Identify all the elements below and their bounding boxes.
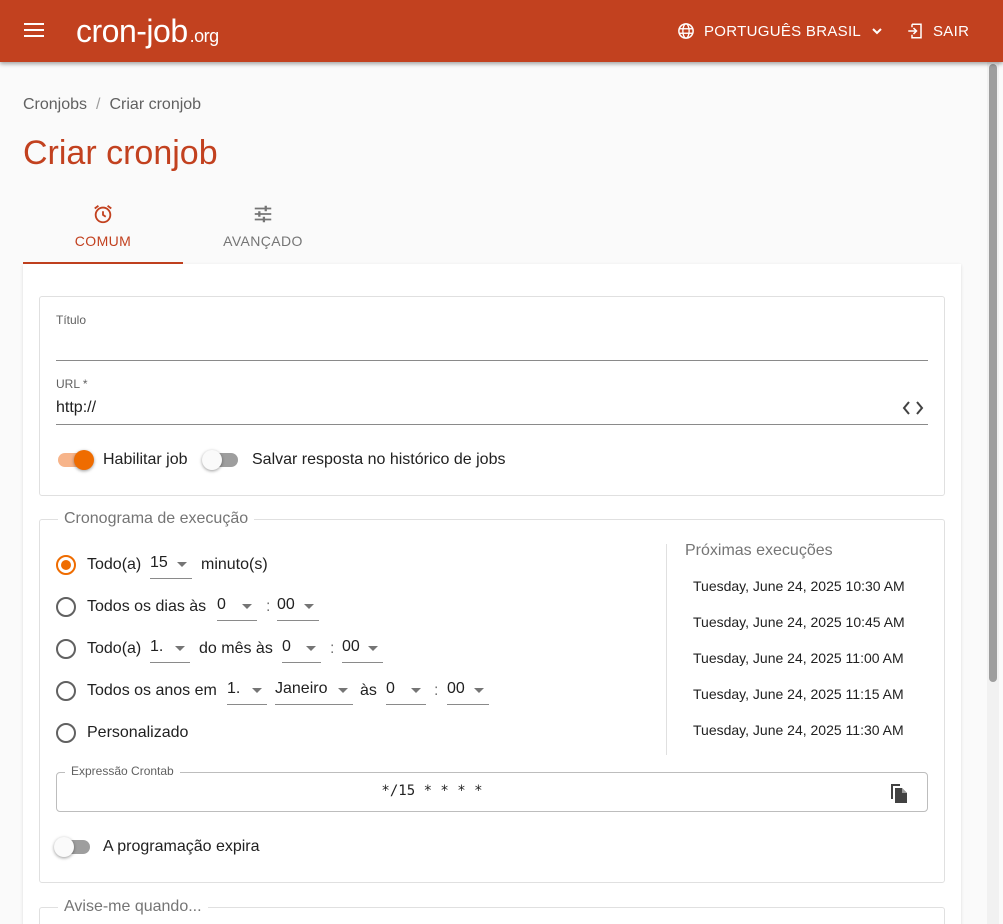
save-response-label: Salvar resposta no histórico de jobs (252, 451, 506, 468)
yearly-day-value: 1. (227, 680, 241, 697)
breadcrumb: Cronjobs / Criar cronjob (23, 96, 201, 114)
tune-sliders-icon (254, 205, 272, 223)
daily-colon: : (266, 598, 271, 615)
enable-job-label: Habilitar job (103, 451, 188, 468)
next-run-item: Tuesday, June 24, 2025 11:00 AM (693, 650, 904, 666)
daily-minute-value: 00 (277, 596, 295, 613)
yearly-minute-select[interactable]: 00 (447, 675, 489, 705)
yearly-minute-value: 00 (447, 680, 465, 697)
top-app-bar: cron-job .org PORTUGUÊS BRASIL SAIR (0, 0, 1003, 62)
schedule-legend: Cronograma de execução (58, 510, 255, 528)
yearly-at-text: às (360, 682, 377, 699)
title-input-underline (56, 360, 928, 361)
enable-job-toggle[interactable] (56, 450, 94, 470)
monthly-colon: : (330, 640, 335, 657)
monthly-hour-value: 0 (282, 638, 291, 655)
yearly-text: Todos os anos em (87, 682, 217, 699)
schedule-expires-toggle[interactable] (54, 837, 92, 857)
next-run-item: Tuesday, June 24, 2025 11:30 AM (693, 722, 904, 738)
page-scrollbar[interactable] (987, 62, 999, 924)
tab-advanced[interactable]: AVANÇADO (183, 198, 343, 264)
every-minutes-select[interactable]: 15 (150, 549, 192, 579)
yearly-colon: : (434, 682, 439, 699)
tab-common[interactable]: COMUM (23, 198, 183, 264)
logout-icon (908, 23, 922, 39)
schedule-custom-radio[interactable] (56, 723, 76, 743)
yearly-day-select[interactable]: 1. (227, 675, 267, 705)
tab-common-label: COMUM (74, 233, 132, 249)
monthly-hour-select[interactable]: 0 (282, 633, 321, 663)
yearly-month-value: Janeiro (275, 680, 328, 697)
daily-text: Todos os dias às (87, 598, 207, 615)
custom-label: Personalizado (87, 724, 189, 741)
next-runs-title: Próximas execuções (685, 542, 833, 559)
menu-icon[interactable] (24, 21, 46, 39)
page-title: Criar cronjob (23, 134, 218, 172)
chevron-down-icon (872, 28, 882, 35)
breadcrumb-separator: / (96, 96, 101, 113)
url-field-label: URL * (56, 377, 88, 391)
crontab-expression[interactable]: */15 * * * * (56, 783, 808, 799)
next-run-item: Tuesday, June 24, 2025 11:15 AM (693, 686, 904, 702)
scrollbar-thumb[interactable] (989, 64, 997, 682)
url-input[interactable]: http:// (56, 399, 96, 417)
schedule-monthly-radio[interactable] (56, 639, 76, 659)
daily-hour-select[interactable]: 0 (217, 591, 257, 621)
every-minutes-value: 15 (150, 554, 168, 571)
every-prefix: Todo(a) (87, 556, 142, 573)
logo-tld: .org (189, 26, 220, 46)
url-input-underline (56, 424, 928, 425)
monthly-minute-select[interactable]: 00 (342, 633, 383, 663)
yearly-hour-select[interactable]: 0 (386, 675, 426, 705)
monthly-mid-text: do mês às (199, 640, 273, 657)
daily-minute-select[interactable]: 00 (277, 591, 319, 621)
next-run-item: Tuesday, June 24, 2025 10:45 AM (693, 614, 905, 630)
schedule-divider (666, 544, 667, 755)
schedule-daily-radio[interactable] (56, 597, 76, 617)
alarm-clock-icon (94, 205, 112, 224)
monthly-day-select[interactable]: 1. (150, 633, 190, 663)
save-response-toggle[interactable] (202, 450, 240, 470)
daily-hour-value: 0 (217, 596, 226, 613)
next-run-item: Tuesday, June 24, 2025 10:30 AM (693, 578, 905, 594)
yearly-hour-value: 0 (386, 680, 395, 697)
monthly-prefix: Todo(a) (87, 640, 142, 657)
logout-label: SAIR (933, 22, 970, 40)
schedule-yearly-radio[interactable] (56, 681, 76, 701)
logout-button[interactable]: SAIR (906, 19, 969, 43)
breadcrumb-current: Criar cronjob (109, 96, 202, 113)
title-field-label: Título (56, 313, 87, 327)
language-selector[interactable]: PORTUGUÊS BRASIL (677, 19, 883, 43)
schedule-expires-label: A programação expira (103, 838, 260, 855)
globe-icon (678, 23, 694, 39)
yearly-month-select[interactable]: Janeiro (275, 675, 353, 705)
every-unit: minuto(s) (201, 556, 268, 573)
logo[interactable]: cron-job .org (76, 13, 219, 50)
code-brackets-icon[interactable] (902, 400, 924, 416)
monthly-minute-value: 00 (342, 638, 360, 655)
tab-advanced-label: AVANÇADO (223, 233, 303, 249)
monthly-day-value: 1. (150, 638, 164, 655)
schedule-every-radio[interactable] (56, 555, 76, 575)
copy-icon[interactable] (887, 780, 909, 804)
language-label: PORTUGUÊS BRASIL (704, 22, 862, 40)
crontab-label: Expressão Crontab (65, 764, 180, 778)
logo-main: cron-job (76, 13, 188, 49)
breadcrumb-root[interactable]: Cronjobs (23, 96, 87, 113)
notify-legend: Avise-me quando... (58, 898, 208, 916)
